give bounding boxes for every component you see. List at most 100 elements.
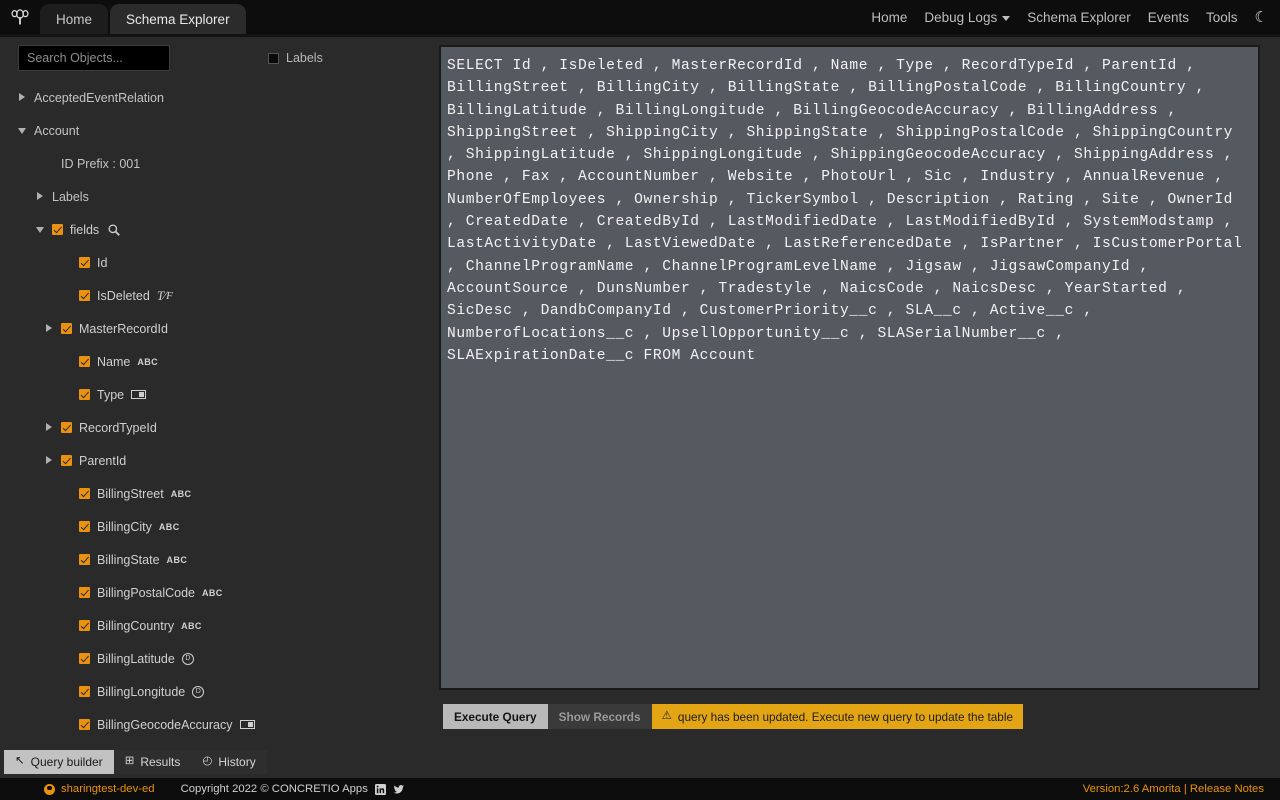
field-checkbox[interactable] xyxy=(79,257,90,268)
tree-node[interactable]: Type xyxy=(0,378,432,411)
picklist-field-icon xyxy=(131,390,147,399)
tree-node[interactable]: Name ABC xyxy=(0,345,432,378)
tree-node-label: Name xyxy=(97,354,131,369)
chevron-right-icon[interactable] xyxy=(36,192,45,201)
labels-checkbox-label: Labels xyxy=(286,51,323,65)
query-text[interactable]: SELECT Id , IsDeleted , MasterRecordId ,… xyxy=(447,55,1248,367)
text-field-icon: ABC xyxy=(158,521,180,532)
chevron-right-icon[interactable] xyxy=(18,93,27,102)
window-tab-schema-explorer[interactable]: Schema Explorer xyxy=(110,4,246,34)
tree-node[interactable]: fields xyxy=(0,213,432,246)
tree-node[interactable]: BillingPostalCode ABC xyxy=(0,576,432,609)
query-warning-banner: ⚠ query has been updated. Execute new qu… xyxy=(651,704,1024,729)
tree-node[interactable]: ID Prefix : 001 xyxy=(0,147,432,180)
tree-node[interactable]: BillingLatitude D xyxy=(0,642,432,675)
tree-node-label: AcceptedEventRelation xyxy=(34,90,164,105)
nav-link-events[interactable]: Events xyxy=(1148,10,1189,25)
tree-node[interactable]: BillingCountry ABC xyxy=(0,609,432,642)
tree-node[interactable]: ParentId xyxy=(0,444,432,477)
tree-node-label: Type xyxy=(97,387,125,402)
tree-node-label: BillingStreet xyxy=(97,486,164,501)
tree-node-label: Account xyxy=(34,123,80,138)
window-tab-home[interactable]: Home xyxy=(40,4,109,34)
tree-node[interactable]: MasterRecordId xyxy=(0,312,432,345)
nav-link-schema-explorer[interactable]: Schema Explorer xyxy=(1027,10,1131,25)
object-tree: AcceptedEventRelation Account ID Prefix : … xyxy=(0,77,432,741)
chevron-down-icon xyxy=(1002,15,1011,21)
footer-version[interactable]: Version:2.6 Amorita | Release Notes xyxy=(1083,783,1270,795)
tree-node-label: Labels xyxy=(52,189,89,204)
tree-node-label: BillingGeocodeAccuracy xyxy=(97,717,233,732)
nav-link-tools-label: Tools xyxy=(1206,9,1238,25)
nav-link-tools[interactable]: Tools xyxy=(1206,10,1238,25)
tree-node[interactable]: Id xyxy=(0,246,432,279)
execute-query-button[interactable]: Execute Query xyxy=(443,704,548,729)
query-editor[interactable]: SELECT Id , IsDeleted , MasterRecordId ,… xyxy=(439,45,1260,690)
twitter-icon[interactable] xyxy=(393,784,405,795)
picklist-field-icon xyxy=(239,720,255,729)
field-checkbox[interactable] xyxy=(79,356,90,367)
field-checkbox[interactable] xyxy=(79,620,90,631)
tree-node[interactable]: Account xyxy=(0,114,432,147)
tree-node-label: Id xyxy=(97,255,108,270)
bottom-tab-label: History xyxy=(218,755,256,769)
field-checkbox[interactable] xyxy=(79,719,90,730)
footer-user[interactable]: sharingtest-dev-ed xyxy=(44,783,155,795)
search-input[interactable] xyxy=(18,45,170,71)
window-tab-strip: Home Schema Explorer xyxy=(40,0,248,34)
field-checkbox[interactable] xyxy=(61,323,72,334)
field-checkbox[interactable] xyxy=(79,389,90,400)
field-checkbox[interactable] xyxy=(52,224,63,235)
tree-node[interactable]: IsDeleted T ⁄ F xyxy=(0,279,432,312)
show-records-button[interactable]: Show Records xyxy=(547,704,652,729)
tree-node-label: BillingCountry xyxy=(97,618,175,633)
field-checkbox[interactable] xyxy=(79,587,90,598)
tree-node[interactable]: BillingLongitude D xyxy=(0,675,432,708)
concretio-tree-logo-icon xyxy=(11,9,29,25)
grid-icon: ⊞ xyxy=(124,755,135,768)
tree-node-label: IsDeleted xyxy=(97,288,150,303)
field-checkbox[interactable] xyxy=(79,521,90,532)
nav-link-debug-logs[interactable]: Debug Logs xyxy=(924,10,1011,25)
field-checkbox[interactable] xyxy=(79,686,90,697)
tree-node[interactable]: RecordTypeId xyxy=(0,411,432,444)
bottom-tab-query-builder[interactable]: ↖ Query builder xyxy=(4,750,114,774)
bottom-tab-label: Query builder xyxy=(30,755,103,769)
bottom-tab-results[interactable]: ⊞ Results xyxy=(113,750,192,774)
tree-node[interactable]: BillingState ABC xyxy=(0,543,432,576)
tree-node[interactable]: BillingGeocodeAccuracy xyxy=(0,708,432,741)
search-icon[interactable] xyxy=(107,223,121,237)
tree-node-label: BillingCity xyxy=(97,519,152,534)
query-action-bar: Execute Query Show Records ⚠ query has b… xyxy=(443,704,1024,729)
chevron-right-icon[interactable] xyxy=(45,324,54,333)
chevron-right-icon[interactable] xyxy=(45,456,54,465)
tree-node-label: BillingPostalCode xyxy=(97,585,195,600)
app-logo[interactable] xyxy=(0,0,40,34)
field-checkbox[interactable] xyxy=(79,290,90,301)
tree-node-label: BillingLongitude xyxy=(97,684,186,699)
chevron-down-icon[interactable] xyxy=(18,126,27,135)
labels-checkbox-box[interactable] xyxy=(268,52,279,64)
field-checkbox[interactable] xyxy=(79,488,90,499)
tree-node-label: MasterRecordId xyxy=(79,321,168,336)
field-checkbox[interactable] xyxy=(79,554,90,565)
chevron-down-icon[interactable] xyxy=(36,225,45,234)
labels-checkbox[interactable]: Labels xyxy=(268,51,323,65)
bottom-tab-history[interactable]: ◴ History xyxy=(191,750,267,774)
field-checkbox[interactable] xyxy=(79,653,90,664)
chevron-right-icon[interactable] xyxy=(45,423,54,432)
field-checkbox[interactable] xyxy=(61,422,72,433)
linkedin-icon[interactable] xyxy=(374,783,386,795)
nav-link-home[interactable]: Home xyxy=(871,10,907,25)
tree-node[interactable]: BillingCity ABC xyxy=(0,510,432,543)
tree-node[interactable]: AcceptedEventRelation xyxy=(0,81,432,114)
tree-node[interactable]: BillingStreet ABC xyxy=(0,477,432,510)
tree-node[interactable]: Labels xyxy=(0,180,432,213)
field-checkbox[interactable] xyxy=(61,455,72,466)
moon-icon[interactable]: ☾ xyxy=(1255,10,1268,25)
